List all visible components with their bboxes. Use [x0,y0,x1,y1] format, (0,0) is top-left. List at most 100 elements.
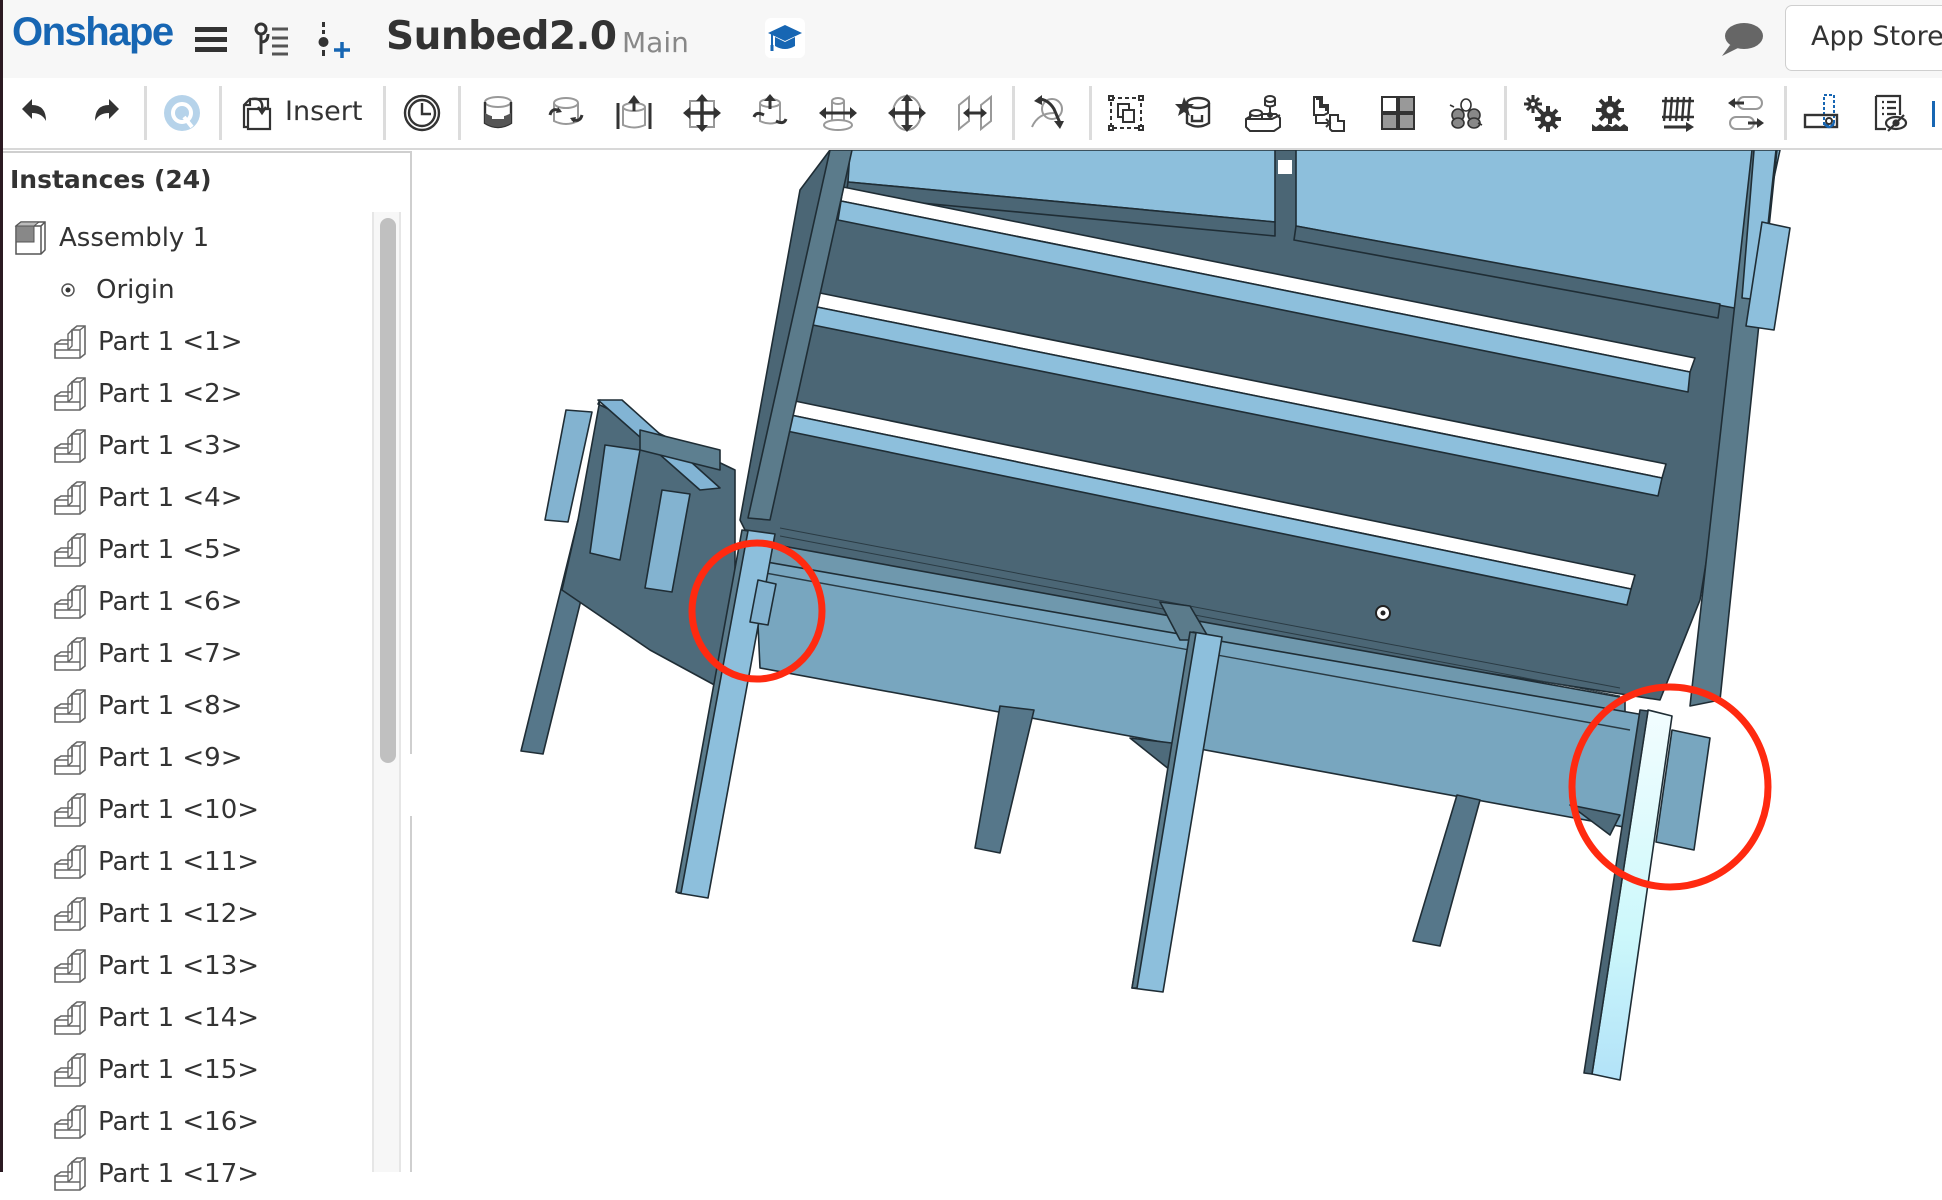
tree-item-label: Part 1 <11> [98,847,260,877]
onshape-logo[interactable]: Onshape [12,10,174,55]
tree-item-label: Part 1 <2> [98,379,243,409]
tangent-mate-icon[interactable] [1028,91,1072,135]
insert-mate-connector-icon[interactable] [314,20,354,60]
replicate-icon[interactable] [1308,91,1352,135]
tree-item-label: Part 1 <14> [98,1003,260,1033]
tree-item-part[interactable]: Part 1 <2> [52,368,243,420]
tree-item-label: Part 1 <17> [98,1159,260,1189]
more-tools-icon[interactable] [1928,91,1942,135]
planar-mate-icon[interactable] [680,91,724,135]
tree-item-part[interactable]: Part 1 <9> [52,732,243,784]
tree-item-label: Part 1 <15> [98,1055,260,1085]
undo-icon[interactable] [14,91,58,135]
pin-slot-mate-icon[interactable] [816,91,860,135]
toolbar-separator [383,86,386,140]
part-icon [54,1001,86,1035]
regenerate-icon[interactable] [160,91,204,135]
sunbed-model[interactable] [412,150,1942,1172]
tree-item-part[interactable]: Part 1 <7> [52,628,243,680]
part-icon [54,689,86,723]
window-edge [0,0,3,1172]
revolute-mate-icon[interactable] [544,91,588,135]
tree-item-label: Part 1 <7> [98,639,243,669]
toolbar-separator [1784,86,1787,140]
tree-item-label: Part 1 <5> [98,535,243,565]
tree-item-label: Part 1 <3> [98,431,243,461]
tree-item-part[interactable]: Part 1 <5> [52,524,243,576]
toolbar-separator [1089,86,1092,140]
part-icon [54,897,86,931]
part-icon [54,1157,86,1191]
part-icon [54,741,86,775]
tree-item-part[interactable]: Part 1 <3> [52,420,243,472]
rack-pinion-relation-icon[interactable] [1588,91,1632,135]
tree-item-part[interactable]: Part 1 <12> [52,888,259,940]
fastened-mate-icon[interactable] [476,91,520,135]
version-graph-icon[interactable] [252,20,292,60]
part-icon [54,1105,86,1139]
redo-icon[interactable] [83,91,127,135]
tree-item-label: Part 1 <9> [98,743,243,773]
model-leg-back-right [1412,794,1481,947]
gear-relation-icon[interactable] [1520,91,1564,135]
tree-item-part[interactable]: Part 1 <6> [52,576,243,628]
tree-item-label: Part 1 <4> [98,483,243,513]
part-icon [54,793,86,827]
toolbar-separator [1504,86,1507,140]
ball-mate-icon[interactable] [885,91,929,135]
insert-button-label[interactable]: Insert [285,96,362,127]
toolbar-separator [219,86,222,140]
slider-mate-icon[interactable] [612,91,656,135]
tree-item-part[interactable]: Part 1 <4> [52,472,243,524]
tree-item-part[interactable]: Part 1 <8> [52,680,243,732]
panel-scrollbar-thumb[interactable] [380,218,396,763]
tree-item-label: Assembly 1 [59,223,210,253]
parallel-mate-icon[interactable] [953,91,997,135]
part-icon [54,637,86,671]
tree-item-label: Origin [96,275,175,305]
toolbar-separator [1012,86,1015,140]
assembly-toolbar: Insert [0,78,1942,150]
pattern-icon[interactable] [1376,91,1420,135]
tree-item-origin[interactable]: Origin [60,264,175,316]
relation-icon[interactable] [1240,91,1284,135]
instances-panel-title: Instances (24) [10,165,212,194]
tree-item-assembly[interactable]: Assembly 1 [13,212,209,264]
document-title[interactable]: Sunbed2.0 [386,14,617,59]
tree-item-part[interactable]: Part 1 <17> [52,1148,259,1200]
tree-item-label: Part 1 <12> [98,899,260,929]
tree-item-part[interactable]: Part 1 <1> [52,316,243,368]
tree-item-label: Part 1 <1> [98,327,243,357]
tree-item-label: Part 1 <16> [98,1107,260,1137]
hamburger-menu-icon[interactable] [192,20,232,60]
named-positions-icon[interactable] [400,91,444,135]
linear-relation-icon[interactable] [1724,91,1768,135]
group-icon[interactable] [1104,91,1148,135]
tree-item-part[interactable]: Part 1 <15> [52,1044,259,1096]
app-store-button[interactable]: App Store [1785,5,1942,71]
tree-item-part[interactable]: Part 1 <11> [52,836,259,888]
screw-relation-icon[interactable] [1656,91,1700,135]
mate-connector-icon[interactable] [1172,91,1216,135]
tree-item-part[interactable]: Part 1 <13> [52,940,259,992]
mate-limits-icon[interactable] [1444,91,1488,135]
display-states-icon[interactable] [1800,91,1844,135]
tree-item-part[interactable]: Part 1 <16> [52,1096,259,1148]
tree-item-label: Part 1 <13> [98,951,260,981]
exploded-view-hide-icon[interactable] [1868,91,1912,135]
part-icon [54,429,86,463]
branch-name[interactable]: Main [622,26,689,59]
insert-icon[interactable] [236,91,280,135]
graphics-viewport[interactable] [412,150,1942,1172]
part-icon [54,1053,86,1087]
learning-center-icon[interactable] [765,18,805,58]
part-icon [54,845,86,879]
tree-item-part[interactable]: Part 1 <10> [52,784,259,836]
comment-icon[interactable] [1718,20,1768,60]
tree-item-part[interactable]: Part 1 <14> [52,992,259,1044]
toolbar-separator [144,86,147,140]
assembly-icon [14,221,46,255]
cylindrical-mate-icon[interactable] [748,91,792,135]
tree-item-label: Part 1 <8> [98,691,243,721]
part-icon [54,949,86,983]
